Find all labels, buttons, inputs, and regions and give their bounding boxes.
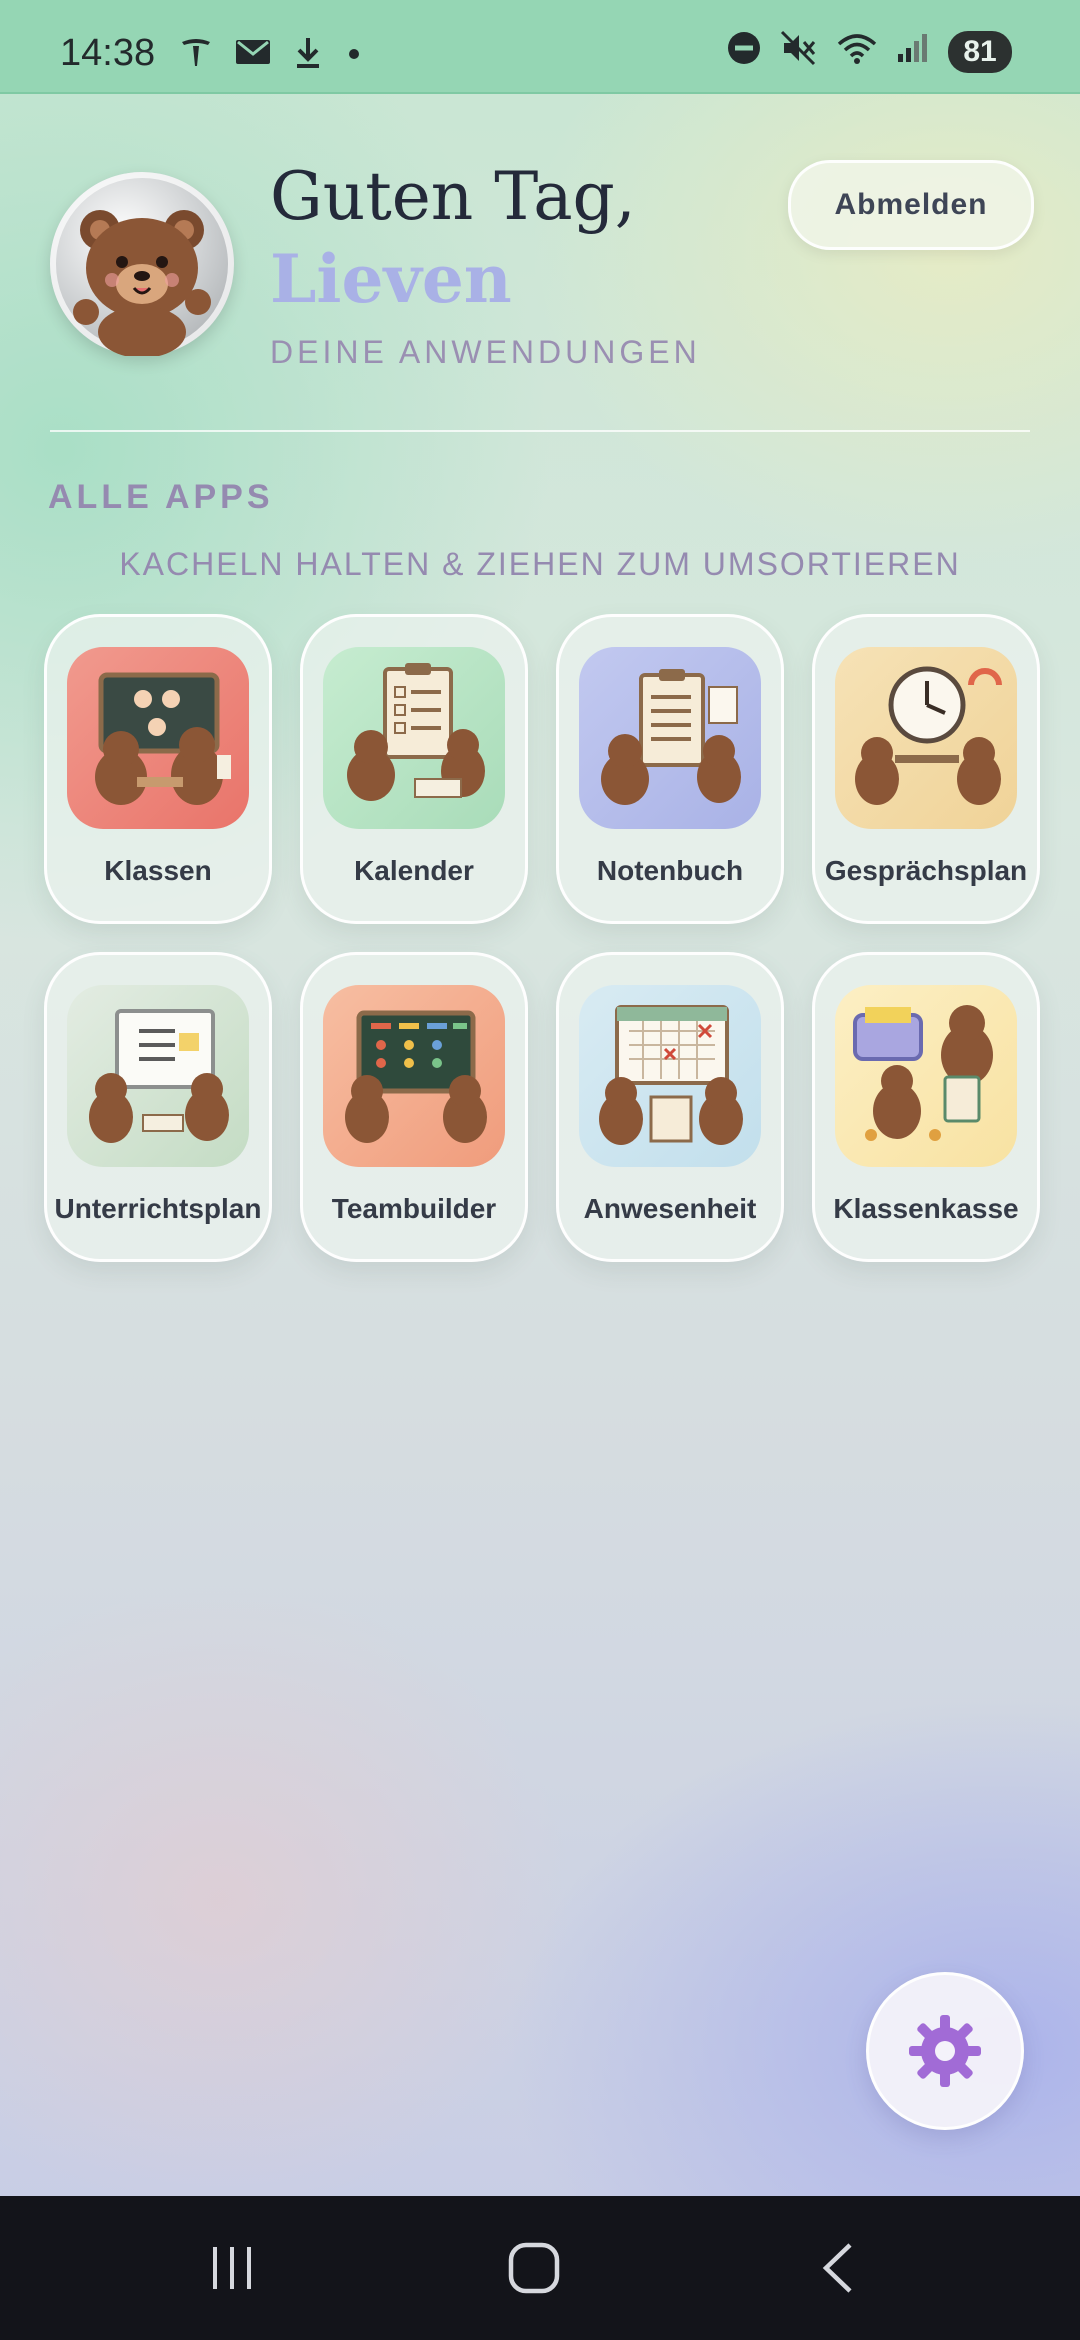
settings-button[interactable]: [866, 1972, 1024, 2130]
app-label: Gesprächsplan: [824, 855, 1028, 886]
classroom-bears-icon: [67, 647, 249, 829]
page-subtitle: DEINE ANWENDUNGEN: [270, 334, 701, 370]
tesla-icon: [178, 34, 214, 79]
home-icon: [508, 2242, 560, 2294]
avatar[interactable]: [50, 172, 234, 358]
app-label: Kalender: [354, 855, 474, 886]
back-icon: [822, 2243, 852, 2293]
status-time: 14:38: [60, 32, 156, 74]
reorder-hint: KACHELN HALTEN & ZIEHEN ZUM UMSORTIEREN: [119, 546, 961, 582]
app-tile-unterrichtsplan[interactable]: Unterrichtsplan: [44, 952, 272, 1262]
app-label: Klassen: [104, 855, 212, 886]
username: Lieven: [270, 240, 512, 318]
battery-indicator: 81: [948, 31, 1012, 73]
dot-icon: [344, 34, 364, 79]
do-not-disturb-icon: [726, 30, 762, 74]
app-label: Unterrichtsplan: [54, 1193, 262, 1224]
app-label: Notenbuch: [596, 855, 744, 886]
section-title: ALLE APPS: [48, 478, 274, 516]
app-tile-kalender[interactable]: Kalender: [300, 614, 528, 924]
calendar-checklist-bears-icon: [323, 647, 505, 829]
app-tile-klassenkasse[interactable]: Klassenkasse: [812, 952, 1040, 1262]
signal-icon: [896, 30, 930, 74]
divider: [50, 430, 1030, 432]
app-label: Teambuilder: [331, 1193, 497, 1224]
greeting-text: Guten Tag,: [270, 158, 636, 235]
mail-icon: [234, 34, 272, 79]
mute-icon: [780, 30, 818, 74]
home-button[interactable]: [494, 2236, 574, 2300]
attendance-calendar-bears-icon: [579, 985, 761, 1167]
app-tile-notenbuch[interactable]: Notenbuch: [556, 614, 784, 924]
app-tile-anwesenheit[interactable]: Anwesenheit: [556, 952, 784, 1262]
team-board-bears-icon: [323, 985, 505, 1167]
app-tile-gespraechsplan[interactable]: Gesprächsplan: [812, 614, 1040, 924]
download-icon: [292, 34, 324, 79]
navigation-bar: [0, 2196, 1080, 2340]
wifi-icon: [836, 30, 878, 74]
treasure-chest-bears-icon: [835, 985, 1017, 1167]
logout-button[interactable]: Abmelden: [788, 160, 1034, 250]
recents-button[interactable]: [192, 2236, 272, 2300]
back-button[interactable]: [798, 2236, 878, 2300]
app-label: Klassenkasse: [833, 1193, 1019, 1224]
gear-icon: [909, 2015, 981, 2087]
bear-avatar-icon: [73, 210, 211, 358]
status-bar: 14:38 81: [0, 0, 1080, 94]
recents-icon: [213, 2247, 251, 2289]
app-label: Anwesenheit: [583, 1193, 757, 1224]
app-tile-klassen[interactable]: Klassen: [44, 614, 272, 924]
gradebook-bears-icon: [579, 647, 761, 829]
whiteboard-bears-icon: [67, 985, 249, 1167]
clock-meeting-bears-icon: [835, 647, 1017, 829]
app-tile-teambuilder[interactable]: Teambuilder: [300, 952, 528, 1262]
